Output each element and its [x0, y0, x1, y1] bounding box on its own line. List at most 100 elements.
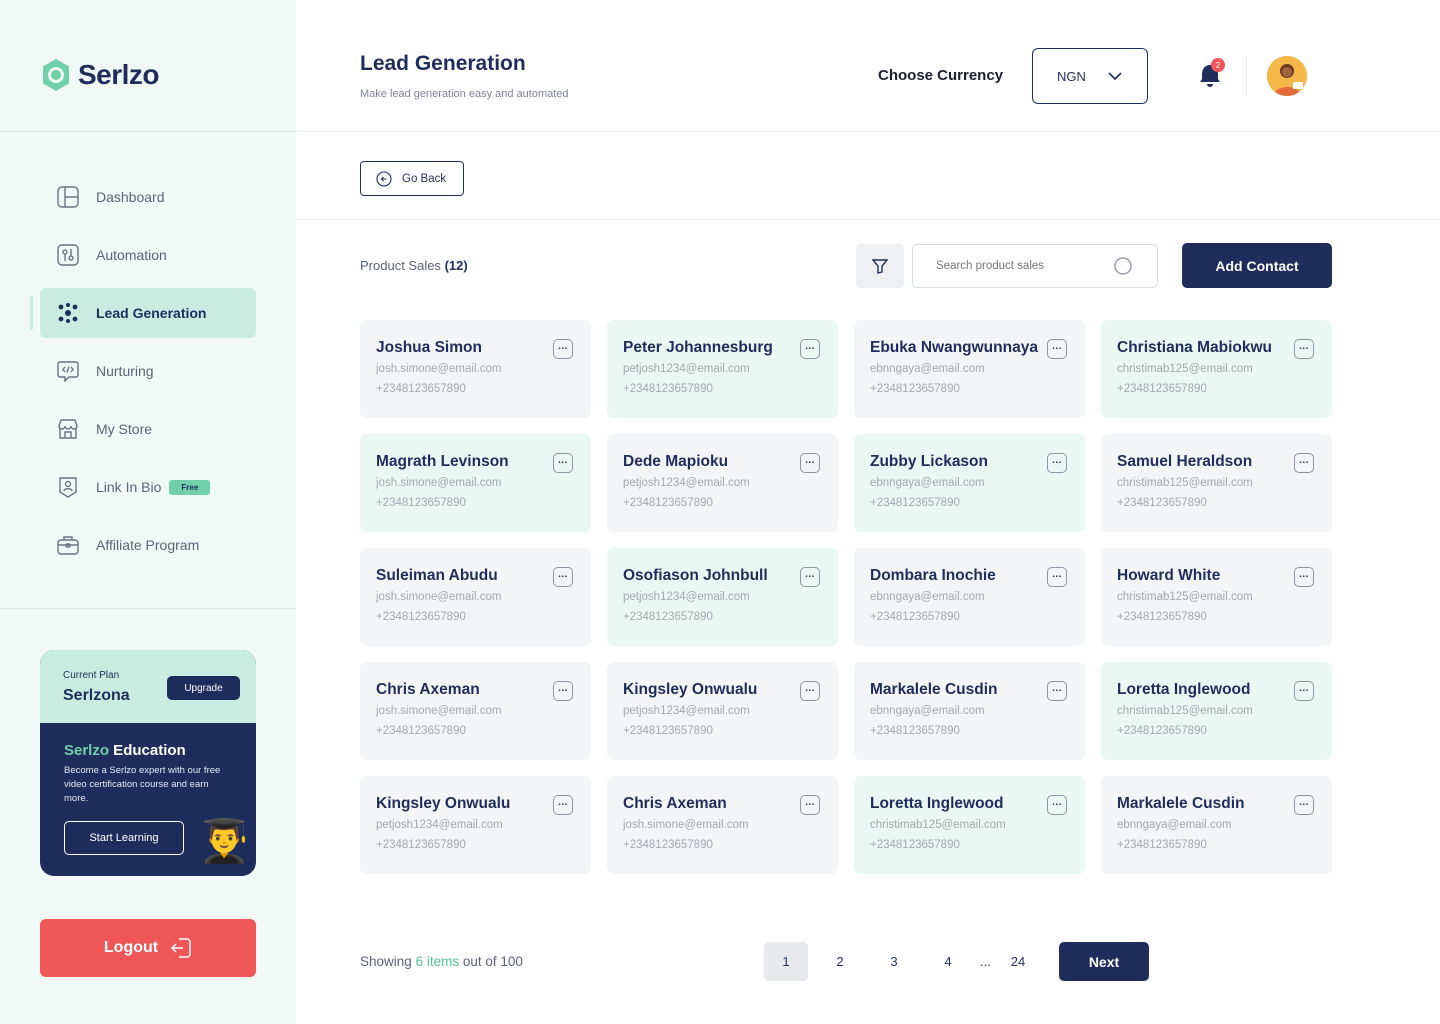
sidebar-item-my-store[interactable]: My Store [40, 404, 256, 454]
contact-email: petjosh1234@email.com [623, 477, 750, 489]
logout-button[interactable]: Logout [40, 919, 256, 977]
contact-card[interactable]: Howard White christimab125@email.com +2348… [1101, 548, 1332, 646]
currency-select[interactable]: NGN [1032, 48, 1148, 104]
more-options-icon[interactable]: ... [800, 453, 820, 473]
sidebar-item-lead-generation[interactable]: Lead Generation [30, 288, 256, 338]
sidebar-item-dashboard[interactable]: Dashboard [40, 172, 256, 222]
more-options-icon[interactable]: ... [553, 453, 573, 473]
header-divider [1246, 56, 1247, 96]
sidebar-item-automation[interactable]: Automation [40, 230, 256, 280]
contact-email: christimab125@email.com [1117, 477, 1253, 489]
more-options-icon[interactable]: ... [1047, 567, 1067, 587]
contact-email: christimab125@email.com [1117, 705, 1253, 717]
next-page-button[interactable]: Next [1059, 942, 1149, 981]
more-options-icon[interactable]: ... [800, 567, 820, 587]
filter-button[interactable] [856, 244, 904, 288]
contact-phone: +2348123657890 [870, 725, 960, 737]
section-label: Product Sales [360, 258, 441, 273]
contact-name: Loretta Inglewood [1117, 681, 1251, 698]
more-options-icon[interactable]: ... [553, 339, 573, 359]
more-options-icon[interactable]: ... [1294, 453, 1314, 473]
contact-card[interactable]: Zubby Lickason ebnngaya@email.com +2348123… [854, 434, 1085, 532]
contact-card[interactable]: Kingsley Onwualu petjosh1234@email.com +23… [607, 662, 838, 760]
sidebar-item-affiliate-program[interactable]: Affiliate Program [40, 520, 256, 570]
page-button-3[interactable]: 3 [872, 942, 916, 981]
contact-name: Howard White [1117, 567, 1221, 584]
more-options-icon[interactable]: ... [1294, 795, 1314, 815]
contact-card[interactable]: Kingsley Onwualu petjosh1234@email.com +23… [360, 776, 591, 874]
contact-card[interactable]: Peter Johannesburg petjosh1234@email.com +… [607, 320, 838, 418]
contact-card[interactable]: Magrath Levinson josh.simone@email.com +23… [360, 434, 591, 532]
contact-card[interactable]: Markalele Cusdin ebnngaya@email.com +23481… [854, 662, 1085, 760]
page-button-last[interactable]: 24 [996, 942, 1040, 981]
contacts-grid: Joshua Simon josh.simone@email.com +234812… [360, 320, 1332, 874]
education-title-rest: Education [109, 742, 186, 759]
contact-name: Kingsley Onwualu [623, 681, 758, 698]
education-title: Serlzo Education [64, 742, 186, 759]
sidebar-item-label: Automation [96, 247, 167, 263]
contact-name: Chris Axeman [376, 681, 480, 698]
contact-phone: +2348123657890 [1117, 839, 1207, 851]
more-options-icon[interactable]: ... [1294, 567, 1314, 587]
current-plan-label: Current Plan [63, 670, 120, 681]
more-options-icon[interactable]: ... [553, 681, 573, 701]
toolbar-divider-line [296, 219, 1440, 220]
contact-card[interactable]: Chris Axeman josh.simone@email.com +234812… [607, 776, 838, 874]
upgrade-button[interactable]: Upgrade [167, 676, 240, 700]
user-avatar[interactable] [1267, 56, 1307, 96]
contact-card[interactable]: Osofiason Johnbull petjosh1234@email.com +… [607, 548, 838, 646]
more-options-icon[interactable]: ... [1047, 795, 1067, 815]
contact-card[interactable]: Suleiman Abudu josh.simone@email.com +2348… [360, 548, 591, 646]
contact-name: Ebuka Nwangwunnaya [870, 339, 1038, 356]
search-icon[interactable] [1114, 257, 1132, 275]
page-button-1[interactable]: 1 [764, 942, 808, 981]
arrow-left-circle-icon [376, 170, 392, 187]
contact-name: Chris Axeman [623, 795, 727, 812]
contact-phone: +2348123657890 [870, 497, 960, 509]
contact-card[interactable]: Loretta Inglewood christimab125@email.com… [1101, 662, 1332, 760]
page-button-2[interactable]: 2 [818, 942, 862, 981]
contact-card[interactable]: Markalele Cusdin ebnngaya@email.com +23481… [1101, 776, 1332, 874]
contact-card[interactable]: Chris Axeman josh.simone@email.com +234812… [360, 662, 591, 760]
go-back-button[interactable]: Go Back [360, 161, 464, 196]
more-options-icon[interactable]: ... [1294, 681, 1314, 701]
more-options-icon[interactable]: ... [1294, 339, 1314, 359]
sidebar-item-label: Dashboard [96, 189, 165, 205]
pagination-summary: Showing 6 items out of 100 [360, 954, 523, 969]
showing-prefix: Showing [360, 954, 412, 969]
brand-logo[interactable]: Serlzo [40, 58, 160, 92]
sidebar-item-nurturing[interactable]: Nurturing [40, 346, 256, 396]
notification-bell[interactable]: 2 [1196, 58, 1225, 90]
contact-card[interactable]: Ebuka Nwangwunnaya ebnngaya@email.com +234… [854, 320, 1085, 418]
page-title: Lead Generation [360, 52, 526, 75]
showing-items: 6 items [415, 954, 460, 969]
contact-card[interactable]: Samuel Heraldson christimab125@email.com +… [1101, 434, 1332, 532]
contact-phone: +2348123657890 [623, 611, 713, 623]
more-options-icon[interactable]: ... [553, 795, 573, 815]
start-learning-button[interactable]: Start Learning [64, 821, 184, 855]
showing-suffix: out of 100 [462, 954, 523, 969]
sidebar-item-label: Affiliate Program [96, 537, 200, 553]
more-options-icon[interactable]: ... [553, 567, 573, 587]
contact-card[interactable]: Dombara Inochie ebnngaya@email.com +234812… [854, 548, 1085, 646]
more-options-icon[interactable]: ... [1047, 681, 1067, 701]
sidebar-item-link-in-bio[interactable]: Link In Bio Free [40, 462, 256, 512]
contact-email: christimab125@email.com [870, 819, 1006, 831]
more-options-icon[interactable]: ... [800, 339, 820, 359]
page-button-4[interactable]: 4 [926, 942, 970, 981]
page-subtitle: Make lead generation easy and automated [360, 88, 569, 100]
contact-name: Suleiman Abudu [376, 567, 498, 584]
contact-card[interactable]: Joshua Simon josh.simone@email.com +234812… [360, 320, 591, 418]
contact-card[interactable]: Loretta Inglewood christimab125@email.com… [854, 776, 1085, 874]
contact-phone: +2348123657890 [1117, 383, 1207, 395]
more-options-icon[interactable]: ... [1047, 453, 1067, 473]
sidebar: Serlzo Dashboard Automation Lead Generat… [0, 0, 296, 1024]
currency-label: Choose Currency [878, 67, 1004, 84]
contact-name: Kingsley Onwualu [376, 795, 511, 812]
more-options-icon[interactable]: ... [800, 681, 820, 701]
contact-card[interactable]: Christiana Mabiokwu christimab125@email.c… [1101, 320, 1332, 418]
more-options-icon[interactable]: ... [800, 795, 820, 815]
more-options-icon[interactable]: ... [1047, 339, 1067, 359]
add-contact-button[interactable]: Add Contact [1182, 243, 1332, 288]
contact-card[interactable]: Dede Mapioku petjosh1234@email.com +234812… [607, 434, 838, 532]
